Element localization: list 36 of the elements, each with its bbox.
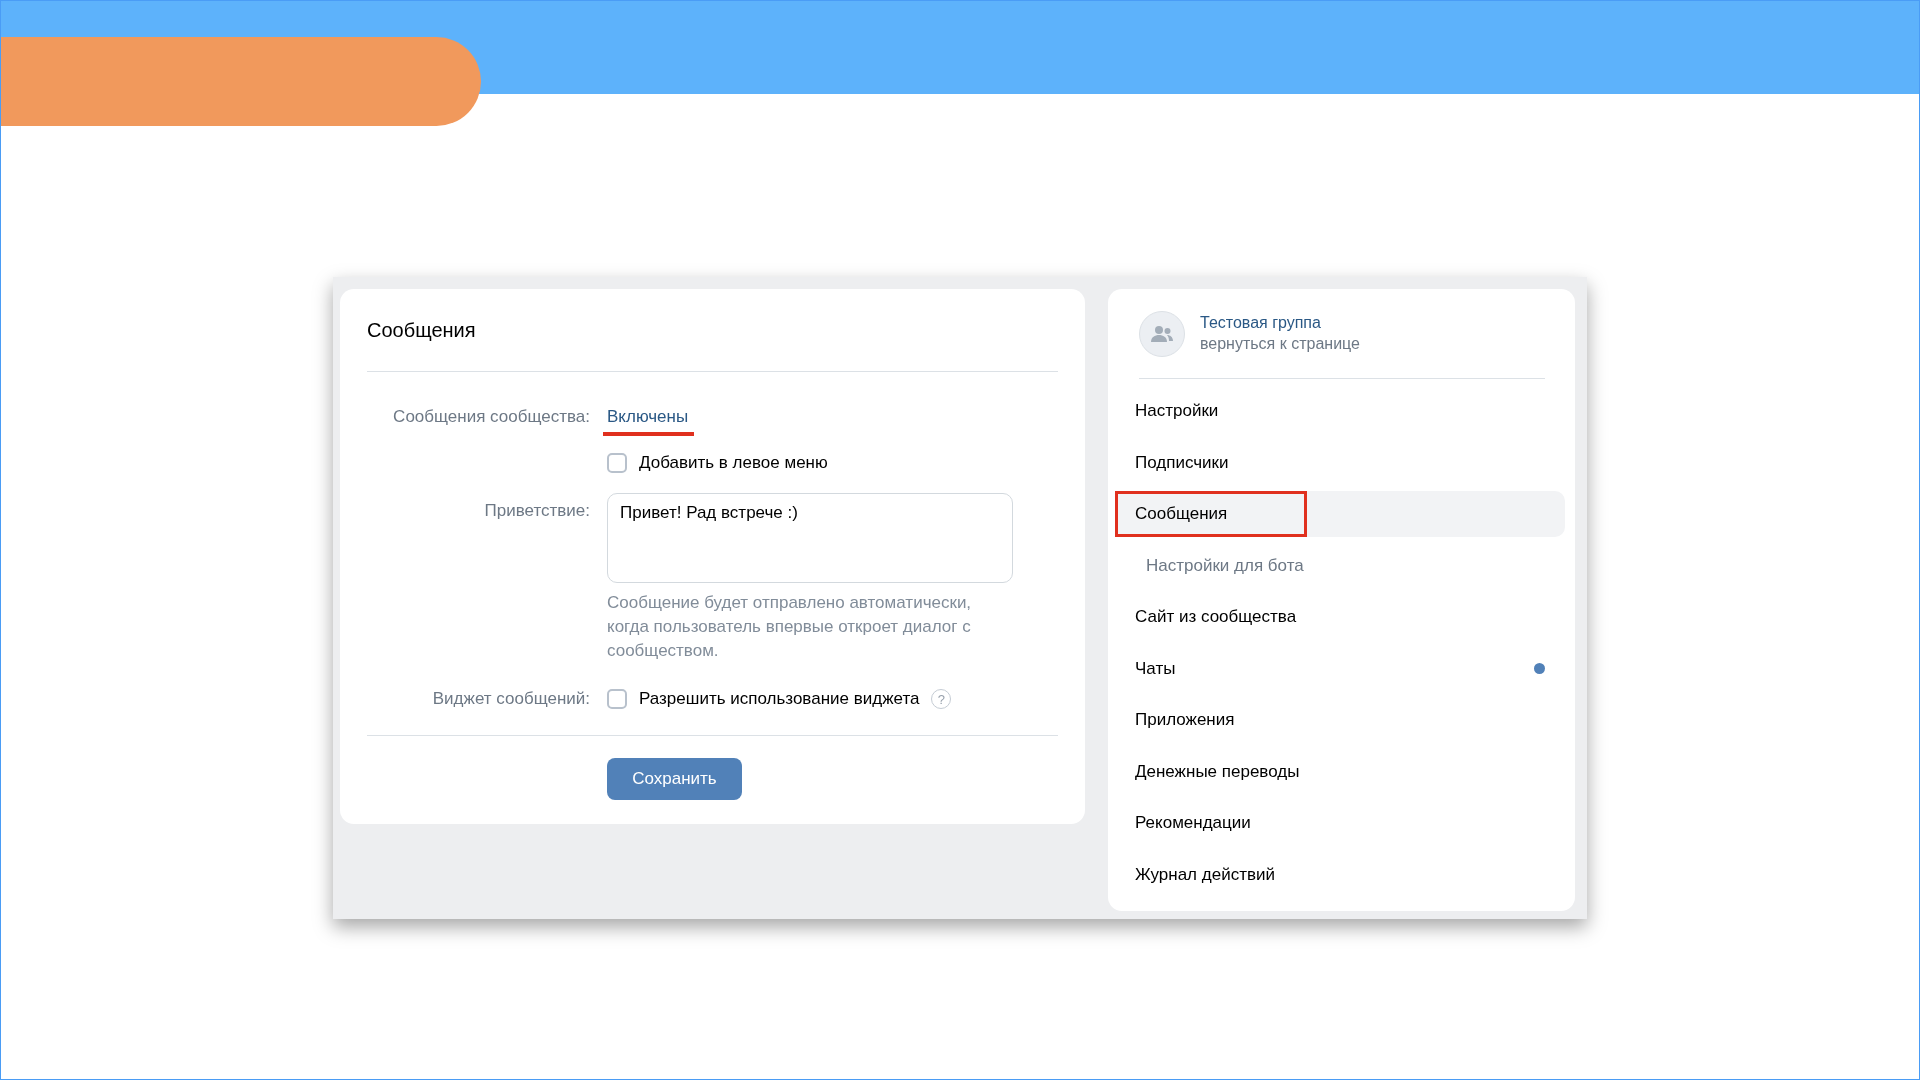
- field-label: Сообщения сообщества:: [392, 407, 590, 427]
- checkbox-label: Разрешить использование виджета: [639, 689, 920, 709]
- group-name-link[interactable]: Тестовая группа: [1200, 314, 1360, 332]
- menu-item-label: Сообщения: [1135, 504, 1228, 524]
- group-avatar[interactable]: [1139, 310, 1185, 357]
- menu-item[interactable]: Сообщения: [1115, 491, 1565, 537]
- hint-text: Сообщение будет отправлено автоматически, когда пользователь впервые откроет диалог с сообществом.: [607, 592, 973, 662]
- submenu-item[interactable]: Настройки для бота: [1115, 542, 1565, 589]
- greeting-field[interactable]: Привет! Рад встрече :): [607, 493, 1013, 583]
- menu-item-label: Подписчики: [1135, 452, 1229, 473]
- checkbox[interactable]: [607, 689, 627, 709]
- checkbox[interactable]: [607, 453, 627, 473]
- menu-item[interactable]: Приложения: [1115, 697, 1565, 743]
- menu-item-label: Денежные переводы: [1135, 761, 1300, 782]
- menu-item-label: Рекомендации: [1135, 813, 1251, 833]
- menu-item[interactable]: Настройки: [1115, 388, 1565, 434]
- menu-item-label: Сайт из сообщества: [1135, 607, 1297, 627]
- menu-item-label: Настройки для бота: [1146, 555, 1304, 576]
- save-button[interactable]: Сохранить: [607, 758, 742, 800]
- menu-item[interactable]: Рекомендации: [1115, 800, 1565, 846]
- menu-item-label: Настройки: [1135, 401, 1219, 421]
- menu-item-label: Приложения: [1135, 710, 1235, 730]
- panel-title: Сообщения: [367, 289, 1058, 372]
- field-label: Виджет сообщений:: [431, 689, 590, 709]
- back-link[interactable]: вернуться к странице: [1200, 335, 1360, 353]
- menu-item-label: Журнал действий: [1135, 864, 1275, 885]
- people-icon: [1150, 324, 1174, 343]
- menu-item-label: Чаты: [1135, 658, 1176, 679]
- menu-item[interactable]: Сайт из сообщества: [1115, 594, 1565, 640]
- menu-item[interactable]: Журнал действий: [1115, 851, 1565, 898]
- field-label: Приветствие:: [483, 500, 590, 521]
- menu-item[interactable]: Чаты: [1115, 645, 1565, 692]
- status-link[interactable]: Включены: [607, 407, 689, 427]
- checkbox-label: Добавить в левое меню: [639, 453, 828, 473]
- menu-item[interactable]: Денежные переводы: [1115, 748, 1565, 795]
- menu-item[interactable]: Подписчики: [1115, 439, 1565, 486]
